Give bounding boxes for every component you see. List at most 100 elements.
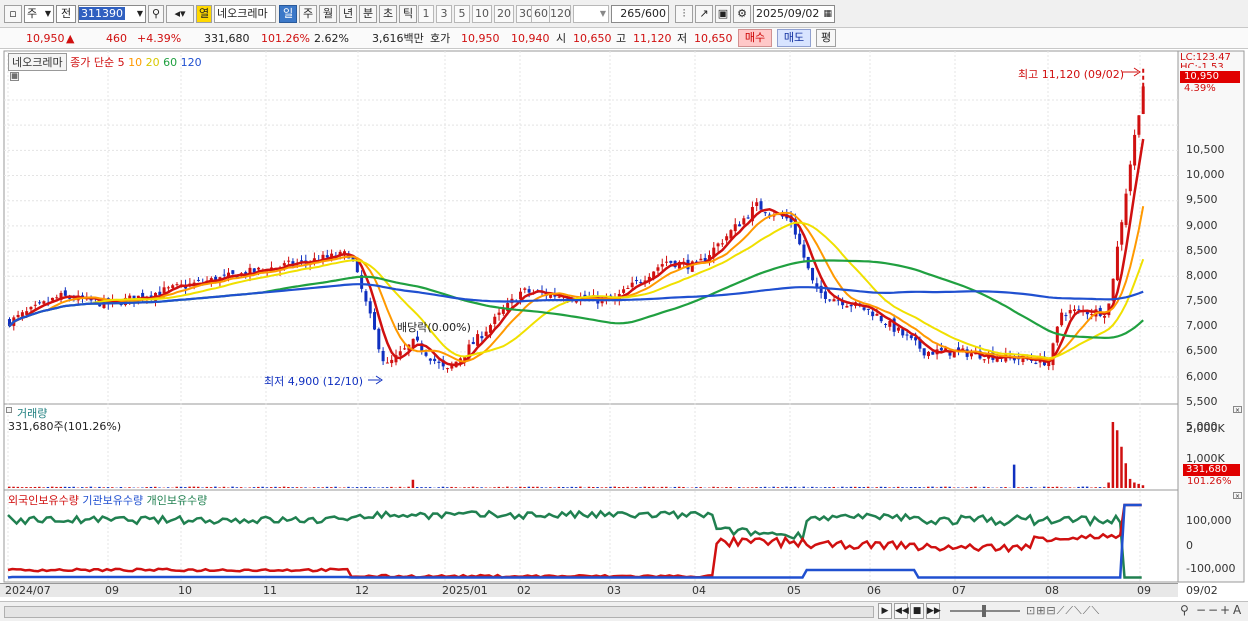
price-change-pct: +4.39% [137, 32, 182, 45]
speaker-dropdown-icon[interactable]: ◂▾ [166, 5, 194, 23]
zoom-out-icon[interactable]: − [1196, 603, 1206, 617]
volume-bar [205, 486, 209, 488]
candle-body [875, 313, 879, 316]
volume-bar [300, 487, 303, 488]
period-label[interactable]: 전 [56, 5, 76, 23]
candle-body [802, 244, 806, 258]
stock-code-input[interactable]: 311390 ▼ [78, 5, 146, 23]
preset-120[interactable]: 120 [549, 5, 571, 23]
panel-close-icon[interactable]: × [1233, 492, 1242, 500]
volume-bar [218, 487, 221, 488]
search-icon[interactable]: ⚲ [148, 5, 164, 23]
volume-bar [1021, 487, 1024, 488]
candle-body [437, 361, 441, 363]
volume-bar [922, 487, 926, 488]
preset-5[interactable]: 5 [454, 5, 470, 23]
font-size-icon[interactable]: A [1233, 603, 1241, 617]
top-toolbar: ▫ 주 ▼ 전 311390 ▼ ⚲ ◂▾ 열 네오크레마 일 주 월 년 분 초 … [0, 0, 1248, 28]
panel-close-icon[interactable]: × [1233, 406, 1242, 414]
candle-body [175, 284, 179, 286]
candle-body [428, 358, 432, 361]
volume-bar [415, 487, 419, 488]
candle-body [665, 261, 669, 263]
candle-body [1034, 362, 1038, 364]
stop-icon[interactable]: ■ [910, 603, 924, 619]
holding-legend: 외국인보유수량 기관보유수량 개인보유수량 [8, 492, 207, 508]
preset-3[interactable]: 3 [436, 5, 452, 23]
candle-body [415, 336, 419, 341]
volume-bar [390, 486, 393, 488]
volume-bar [939, 486, 943, 488]
volume-ratio: 101.26% [261, 32, 310, 45]
high-annotation: 최고 11,120 (09/02) [1018, 68, 1125, 81]
volume-bar [252, 487, 256, 488]
volume-bar [463, 487, 466, 488]
open-label: 시 [556, 32, 567, 45]
candle-body [746, 217, 750, 219]
stock-label[interactable]: 네오크레마 [8, 53, 67, 71]
table-icon[interactable]: ▦ [10, 72, 19, 81]
preset-20[interactable]: 20 [494, 5, 514, 23]
date-field[interactable]: 2025/09/02 ▦ [753, 5, 835, 23]
preset-60[interactable]: 60 [531, 5, 551, 23]
buy-button[interactable]: 매수 [738, 29, 772, 47]
candle-body [1103, 315, 1107, 318]
low-price: 10,650 [694, 32, 733, 45]
stock-badge[interactable]: 열 [196, 5, 212, 23]
avg-button[interactable]: 평 [816, 29, 836, 47]
forward-icon[interactable]: ▶▶ [926, 603, 941, 619]
volume-bar [1128, 478, 1132, 488]
candle-body [1115, 246, 1119, 281]
volume-bar [342, 487, 346, 488]
horizontal-scrollbar[interactable] [4, 606, 874, 618]
candle-type-icon[interactable]: ⫶ [675, 5, 693, 23]
price-tick: 10,500 [1186, 143, 1225, 156]
sell-button[interactable]: 매도 [777, 29, 811, 47]
speed-slider-handle[interactable] [982, 605, 986, 617]
minus-icon[interactable]: − [1208, 603, 1218, 617]
volume-bar [755, 487, 758, 488]
volume-bar [999, 487, 1003, 488]
volume-bar [858, 486, 861, 488]
period-month[interactable]: 월 [319, 5, 337, 23]
candle-body [1111, 278, 1115, 301]
chart-area[interactable]: 네오크레마 종가 단순 5 10 20 60 120 ▦ LC:123.47 H… [0, 50, 1248, 621]
candle-body [630, 282, 634, 288]
volume-bar [570, 486, 574, 488]
volume-bar [561, 487, 565, 488]
period-year[interactable]: 년 [339, 5, 357, 23]
period-week[interactable]: 주 [299, 5, 317, 23]
preset-1[interactable]: 1 [418, 5, 434, 23]
play-icon[interactable]: ▶ [878, 603, 892, 619]
chart-svg[interactable] [0, 50, 1248, 621]
vol-tag: 331,680 [1183, 464, 1240, 476]
volume-bar [59, 486, 63, 488]
volume-bar [789, 487, 793, 488]
period-second[interactable]: 초 [379, 5, 397, 23]
plus-icon[interactable]: + [1220, 603, 1230, 617]
candle-body [63, 290, 67, 296]
x-axis-label: 2024/07 [5, 584, 51, 597]
period-minute[interactable]: 분 [359, 5, 377, 23]
preset-10[interactable]: 10 [472, 5, 492, 23]
market-select[interactable]: 주 ▼ [24, 5, 54, 23]
volume-bar [1115, 430, 1119, 488]
high-label: 고 [616, 32, 627, 45]
draw-tool-icon[interactable]: ↗ [695, 5, 713, 23]
zoom-icon[interactable]: ⚲ [1180, 603, 1189, 617]
volume-bar [291, 487, 294, 488]
tool-icons[interactable]: ⊡⊞⊟⟋⟋⟍⟋⟍ [1026, 604, 1100, 618]
period-tick[interactable]: 틱 [399, 5, 417, 23]
count-field[interactable]: 265/600 [611, 5, 669, 23]
price-tick: 10,000 [1186, 168, 1225, 182]
custom-period-select[interactable]: ▼ [573, 5, 609, 23]
rewind-icon[interactable]: ◀◀ [894, 603, 909, 619]
period-day[interactable]: 일 [279, 5, 297, 23]
window-icon[interactable]: ▫ [4, 5, 22, 23]
volume-bar [398, 486, 402, 488]
volume-bar [987, 487, 990, 488]
volume-bar [527, 486, 531, 488]
gear-icon[interactable]: ⚙ [733, 5, 751, 23]
save-icon[interactable]: ▣ [715, 5, 731, 23]
trade-amount: 3,616백만 [372, 32, 424, 45]
